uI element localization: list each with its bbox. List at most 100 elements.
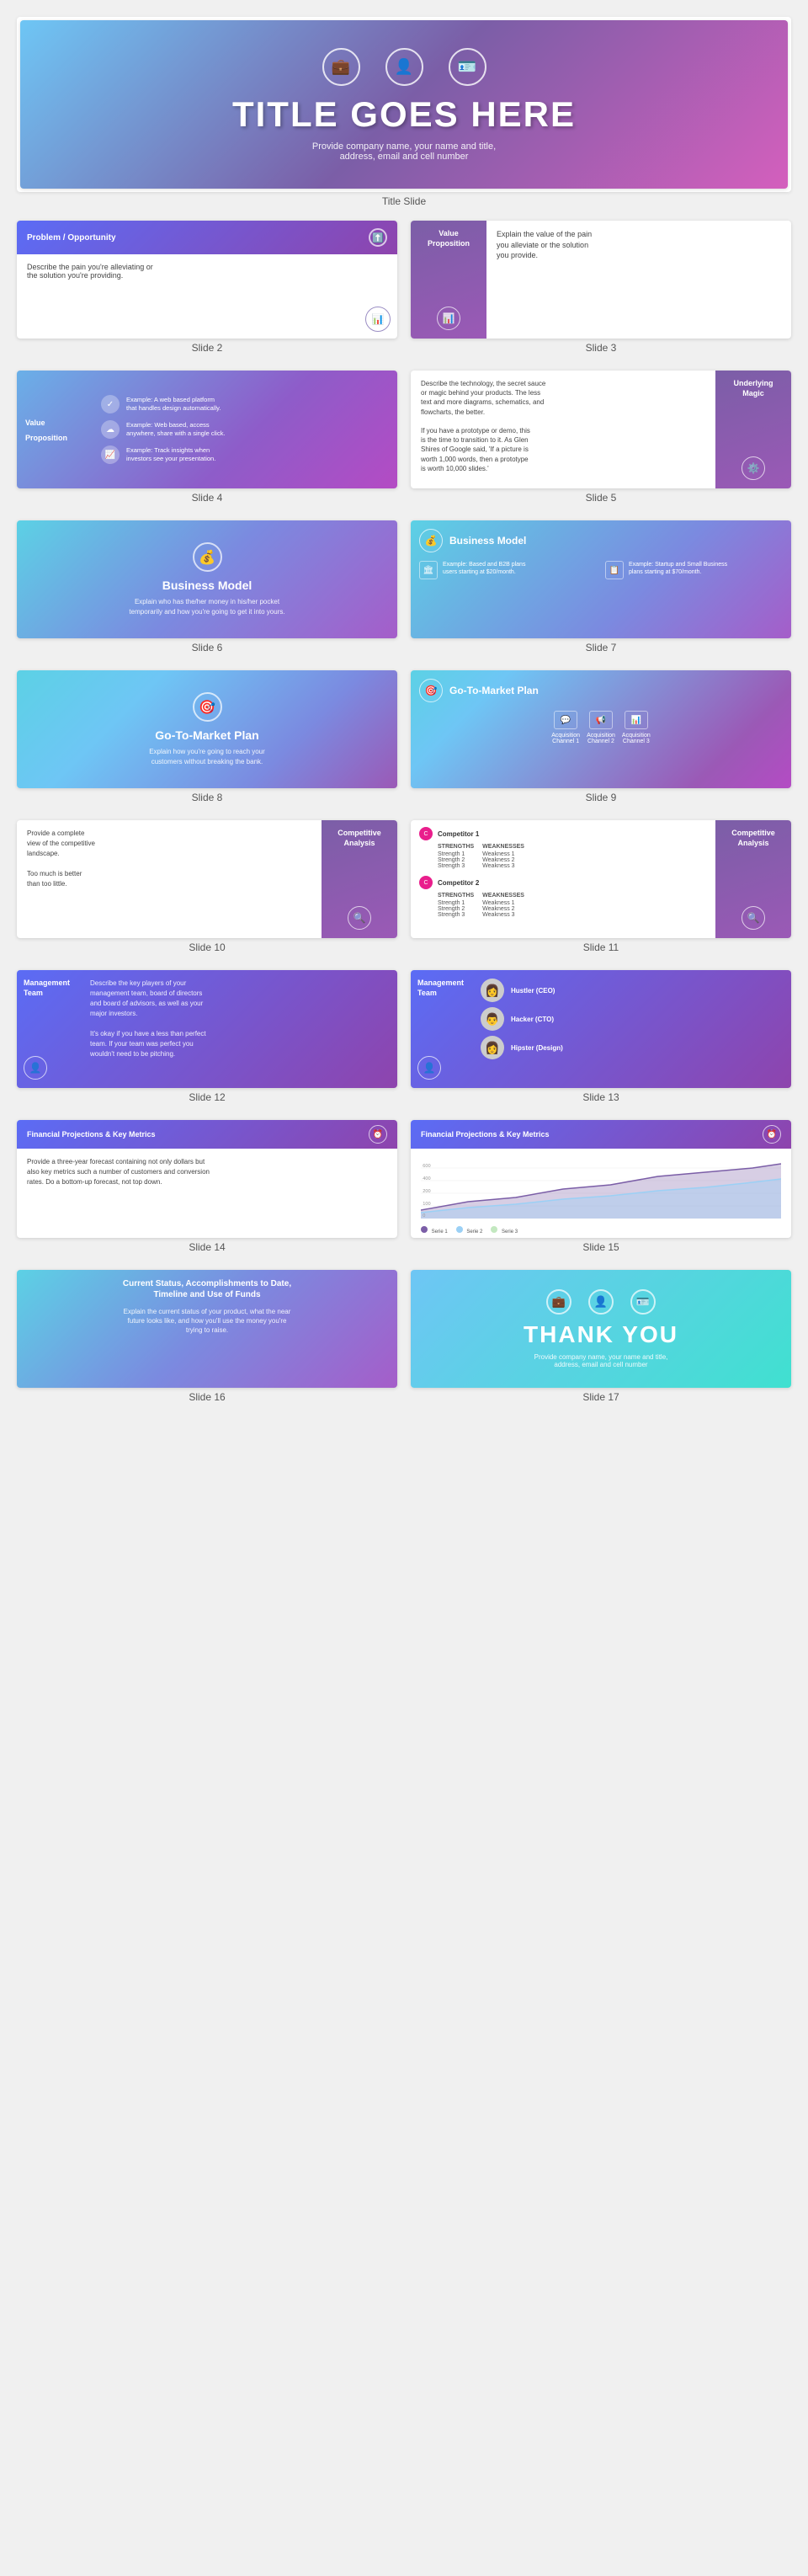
slide-2-header: Problem / Opportunity ⬆️ (17, 221, 397, 254)
slide-6-icon: 💰 (193, 542, 222, 572)
slide-7: 💰 Business Model 🏛 Example: Based and B2… (411, 520, 791, 638)
competitor-1-strengths: STRENGTHS Strength 1 Strength 2 Strength… (438, 844, 474, 869)
slide-4: Value Proposition ✓ Example: A web based… (17, 371, 397, 488)
slide-9-ch-text-3: Acquisition Channel 3 (622, 733, 651, 744)
slide-13-icon: 👤 (417, 1056, 441, 1080)
slide-17-subtitle: Provide company name, your name and titl… (534, 1353, 668, 1368)
slide-15-header-icon: ⏰ (763, 1125, 781, 1144)
slide-2-body-text: Describe the pain you're alleviating or … (27, 263, 153, 280)
slide-14-header-icon: ⏰ (369, 1125, 387, 1144)
slide-12-left: Management Team 👤 (17, 970, 80, 1088)
competitor-2-weaknesses: WEAKNESSES Weakness 1 Weakness 2 Weaknes… (482, 893, 524, 918)
slide-12-wrapper: Management Team 👤 Describe the key playe… (17, 970, 397, 1117)
slide-14: Financial Projections & Key Metrics ⏰ Pr… (17, 1120, 397, 1238)
competitor-2-block: C Competitor 2 STRENGTHS Strength 1 Stre… (419, 876, 707, 918)
slide-16-label: Slide 16 (17, 1391, 397, 1403)
competitor-2-details: STRENGTHS Strength 1 Strength 2 Strength… (419, 893, 707, 918)
legend-dot-1 (421, 1226, 428, 1233)
svg-text:600: 600 (423, 1164, 430, 1169)
row-10-11: Provide a complete view of the competiti… (17, 820, 791, 967)
slide-6-wrapper: 💰 Business Model Explain who has the/her… (17, 520, 397, 667)
slide-17-wrapper: 💼 👤 🪪 THANK YOU Provide company name, yo… (411, 1270, 791, 1416)
s1-2: Strength 2 (438, 857, 474, 863)
row-6-7: 💰 Business Model Explain who has the/her… (17, 520, 791, 667)
slide-7-ex-text-2: Example: Startup and Small Business plan… (629, 561, 727, 576)
slide-16: Current Status, Accomplishments to Date,… (17, 1270, 397, 1388)
slide-6-label: Slide 6 (17, 642, 397, 653)
slide-10-right-label: Competitive Analysis (338, 829, 381, 848)
slide-9: 🎯 Go-To-Market Plan 💬 Acquisition Channe… (411, 670, 791, 788)
slide-7-ex-icon-2: 📋 (605, 561, 624, 579)
legend-dot-3 (491, 1226, 497, 1233)
row-14-15: Financial Projections & Key Metrics ⏰ Pr… (17, 1120, 791, 1267)
slide-2-title: Problem / Opportunity (27, 233, 116, 243)
title-subtitle: Provide company name, your name and titl… (312, 141, 496, 162)
slide-7-ex-icon-1: 🏛 (419, 561, 438, 579)
title-slide-section: 💼 👤 🪪 TITLE GOES HERE Provide company na… (17, 17, 791, 207)
slide-11-left: C Competitor 1 STRENGTHS Strength 1 Stre… (411, 820, 715, 938)
w1-2: Weakness 2 (482, 857, 524, 863)
slide-9-channels: 💬 Acquisition Channel 1 📢 Acquisition Ch… (419, 711, 783, 744)
slide-3-right-text: Explain the value of the pain you allevi… (497, 230, 592, 259)
slide-8-wrapper: 🎯 Go-To-Market Plan Explain how you're g… (17, 670, 397, 817)
slide-5-wrapper: Describe the technology, the secret sauc… (411, 371, 791, 517)
legend-label-1: Serie 1 (432, 1229, 448, 1235)
slide-14-body-text: Provide a three-year forecast containing… (27, 1158, 210, 1186)
w1-1: Weakness 1 (482, 851, 524, 857)
slide-8-icon: 🎯 (193, 692, 222, 722)
chart-legend: Serie 1 Serie 2 Serie 3 (421, 1226, 781, 1235)
slide-12-right-text: Describe the key players of your managem… (90, 979, 206, 1058)
example-text-2: Example: Web based, access anywhere, sha… (126, 421, 226, 438)
slide-2-header-icon: ⬆️ (369, 228, 387, 247)
slide-17-icons: 💼 👤 🪪 (546, 1289, 656, 1315)
team-role-2: Hacker (CTO) (511, 1016, 554, 1023)
slide-9-ch-icon-2: 📢 (589, 711, 613, 729)
slide-10-label: Slide 10 (17, 941, 397, 953)
slide-5-left-text: Describe the technology, the secret sauc… (421, 380, 545, 472)
slide-9-ch-text-1: Acquisition Channel 1 (551, 733, 580, 744)
slide-3-right: Explain the value of the pain you allevi… (486, 221, 791, 339)
slide-12-right: Describe the key players of your managem… (80, 970, 397, 1088)
slide-15-wrapper: Financial Projections & Key Metrics ⏰ (411, 1120, 791, 1267)
slide-8-desc: Explain how you're going to reach your c… (149, 747, 265, 765)
slide-8: 🎯 Go-To-Market Plan Explain how you're g… (17, 670, 397, 788)
slide-15-body: 600 400 200 100 0 Serie 1 Serie 2 (411, 1149, 791, 1238)
legend-dot-2 (456, 1226, 463, 1233)
slide-15-label: Slide 15 (411, 1241, 791, 1253)
team-role-3: Hipster (Design) (511, 1044, 563, 1052)
slide-9-ch-icon-1: 💬 (554, 711, 577, 729)
s2-3: Strength 3 (438, 912, 474, 918)
slide-9-ch-text-2: Acquisition Channel 2 (587, 733, 615, 744)
team-member-1: 👩 Hustler (CEO) (481, 979, 784, 1002)
slide-16-title: Current Status, Accomplishments to Date,… (25, 1278, 389, 1300)
slide-13-right: 👩 Hustler (CEO) 👨 Hacker (CTO) 👩 Hipster… (474, 970, 791, 1088)
legend-label-2: Serie 2 (466, 1229, 482, 1235)
title-text: TITLE GOES HERE (232, 94, 576, 135)
slide-2-wrapper: Problem / Opportunity ⬆️ Describe the pa… (17, 221, 397, 367)
slide-9-top: 🎯 Go-To-Market Plan (419, 679, 783, 702)
slide-17-id-icon: 🪪 (630, 1289, 656, 1315)
weaknesses-header-2: WEAKNESSES (482, 893, 524, 899)
competitor-1-details: STRENGTHS Strength 1 Strength 2 Strength… (419, 844, 707, 869)
example-text-3: Example: Track insights when investors s… (126, 446, 215, 463)
slide-3-label: Slide 3 (411, 342, 791, 354)
slide-10: Provide a complete view of the competiti… (17, 820, 397, 938)
slide-14-header: Financial Projections & Key Metrics ⏰ (17, 1120, 397, 1149)
slide-3-left: Value Proposition 📊 (411, 221, 486, 339)
slide-2-label: Slide 2 (17, 342, 397, 354)
person-icon: 👤 (385, 48, 423, 86)
team-avatar-2: 👨 (481, 1007, 504, 1031)
slide-16-body: Explain the current status of your produ… (25, 1307, 389, 1336)
slide-7-label: Slide 7 (411, 642, 791, 653)
slide-9-ch-1: 💬 Acquisition Channel 1 (551, 711, 580, 744)
slide-10-right-icon: 🔍 (348, 906, 371, 930)
slide-11-wrapper: C Competitor 1 STRENGTHS Strength 1 Stre… (411, 820, 791, 967)
weaknesses-header-1: WEAKNESSES (482, 844, 524, 850)
slide-17-title: THANK YOU (524, 1321, 678, 1348)
slide-7-examples: 🏛 Example: Based and B2B plans users sta… (419, 561, 783, 579)
slide-12-left-label: Management Team (24, 979, 73, 998)
slide-7-wrapper: 💰 Business Model 🏛 Example: Based and B2… (411, 520, 791, 667)
example-icon-1: ✓ (101, 395, 120, 413)
slide-7-ex-2: 📋 Example: Startup and Small Business pl… (605, 561, 783, 579)
slide-12: Management Team 👤 Describe the key playe… (17, 970, 397, 1088)
